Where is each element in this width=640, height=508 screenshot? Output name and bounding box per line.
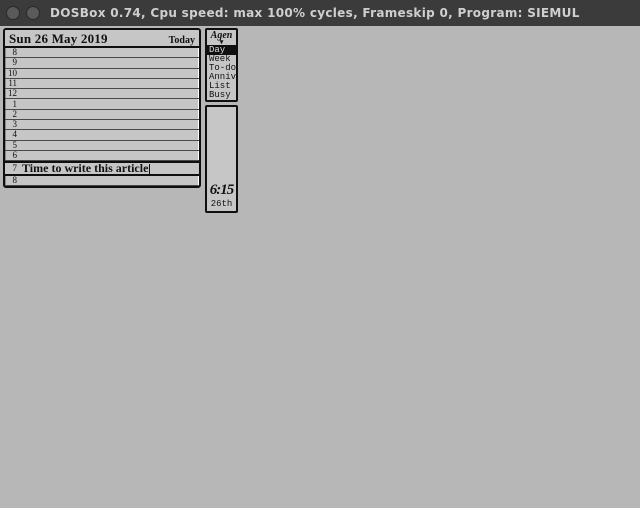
slot-hour-label: 10 [5, 69, 18, 78]
time-slot[interactable]: 5 [5, 141, 199, 151]
time-slot[interactable]: 3 [5, 120, 199, 130]
time-slot[interactable]: 2 [5, 110, 199, 120]
time-slot[interactable]: 12 [5, 89, 199, 99]
time-slot[interactable]: 9 [5, 186, 199, 188]
time-slot[interactable]: 1 [5, 99, 199, 109]
day-header: Sun 26 May 2019 Today [5, 30, 199, 48]
time-slot[interactable]: 7Time to write this article [5, 161, 199, 176]
slot-hour-label: 9 [5, 58, 18, 67]
time-slot[interactable]: 10 [5, 69, 199, 79]
clock-panel: 6:15 26th [205, 105, 238, 213]
time-slot[interactable]: 6 [5, 151, 199, 161]
slot-hour-label: 2 [5, 110, 18, 119]
time-slot[interactable]: 9 [5, 58, 199, 68]
slot-hour-label: 5 [5, 141, 18, 150]
window-titlebar: DOSBox 0.74, Cpu speed: max 100% cycles,… [0, 0, 640, 26]
slot-hour-label: 4 [5, 130, 18, 139]
close-icon[interactable] [6, 6, 20, 20]
agenda-app: Sun 26 May 2019 Today 891011121234567Tim… [3, 28, 240, 213]
clock-time: 6:15 [210, 183, 234, 198]
agenda-sidebar: Agen ▾ DayWeekTo-doAnnivListBusy 6:15 26… [205, 28, 238, 213]
window-title: DOSBox 0.74, Cpu speed: max 100% cycles,… [46, 6, 634, 20]
day-date-label: Sun 26 May 2019 [9, 31, 108, 47]
minimize-icon[interactable] [26, 6, 40, 20]
time-slot[interactable]: 8 [5, 176, 199, 186]
time-slot[interactable]: 11 [5, 79, 199, 89]
slot-hour-label: 3 [5, 120, 18, 129]
slot-hour-label: 8 [5, 48, 18, 57]
view-menu-title[interactable]: Agen ▾ [207, 30, 236, 46]
slot-hour-label: 6 [5, 151, 18, 160]
emulator-client-area: Sun 26 May 2019 Today 891011121234567Tim… [0, 26, 640, 508]
time-slot[interactable]: 4 [5, 130, 199, 140]
day-view-panel: Sun 26 May 2019 Today 891011121234567Tim… [3, 28, 201, 188]
view-menu-item-busy[interactable]: Busy [207, 91, 236, 100]
view-menu: Agen ▾ DayWeekTo-doAnnivListBusy [205, 28, 238, 102]
clock-date: 26th [211, 200, 233, 210]
slot-hour-label: 7 [5, 164, 18, 173]
slot-hour-label: 11 [5, 79, 18, 88]
time-slots[interactable]: 891011121234567Time to write this articl… [5, 48, 199, 188]
slot-hour-label: 9 [5, 187, 18, 188]
time-slot[interactable]: 8 [5, 48, 199, 58]
slot-hour-label: 12 [5, 89, 18, 98]
slot-hour-label: 8 [5, 176, 18, 185]
today-button[interactable]: Today [169, 35, 195, 46]
slot-entry[interactable]: Time to write this article [18, 161, 199, 176]
slot-hour-label: 1 [5, 100, 18, 109]
